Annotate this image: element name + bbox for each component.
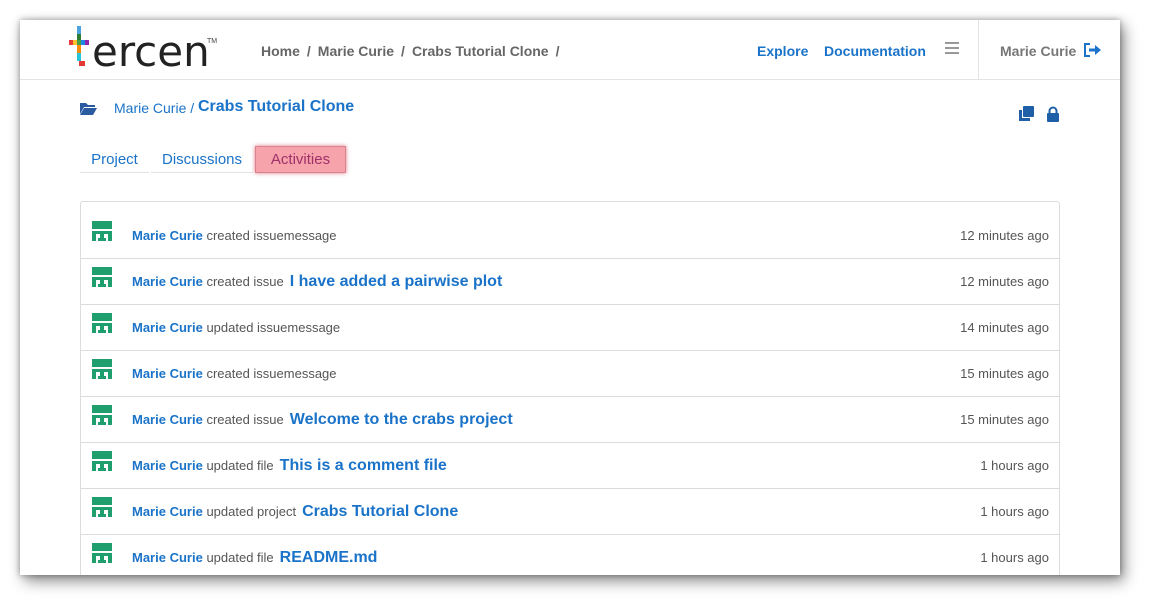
activity-timestamp: 14 minutes ago (960, 320, 1049, 335)
user-avatar-icon (92, 497, 112, 517)
breadcrumb-separator: / (306, 43, 311, 59)
activity-object-link[interactable]: Crabs Tutorial Clone (302, 503, 458, 520)
activity-action: updated file (206, 458, 274, 473)
user-avatar-icon (92, 543, 112, 563)
project-owner-link[interactable]: Marie Curie / (114, 100, 194, 116)
tab-project[interactable]: Project (80, 145, 149, 173)
tercen-logo[interactable]: ercen TM (69, 26, 219, 74)
activity-timestamp: 1 hours ago (980, 550, 1049, 565)
user-avatar-icon (92, 221, 112, 241)
breadcrumb-home[interactable]: Home (261, 43, 300, 59)
project-name[interactable]: Crabs Tutorial Clone (198, 98, 354, 116)
activity-text: Marie Curie updated file README.md (132, 535, 377, 575)
activity-action: created issuemessage (206, 366, 337, 381)
breadcrumb-project[interactable]: Crabs Tutorial Clone (412, 43, 549, 59)
documentation-link[interactable]: Documentation (824, 43, 926, 59)
activity-timestamp: 12 minutes ago (960, 228, 1049, 243)
activity-timestamp: 12 minutes ago (960, 274, 1049, 289)
activity-row: Marie Curie updated file README.md 1 hours… (81, 535, 1059, 575)
activity-action: created issue (206, 412, 284, 427)
activity-action: created issue (206, 274, 284, 289)
header-divider (978, 20, 979, 79)
top-navbar: ercen TM Home / Marie Curie / Crabs Tutorial… (20, 20, 1120, 80)
activity-row: Marie Curie created issue I have added a … (81, 259, 1059, 305)
breadcrumb-user[interactable]: Marie Curie (318, 43, 394, 59)
activity-object-link[interactable]: Welcome to the crabs project (290, 411, 513, 428)
activity-timestamp: 1 hours ago (980, 504, 1049, 519)
user-name[interactable]: Marie Curie (1000, 43, 1076, 59)
lock-icon[interactable] (1046, 106, 1060, 122)
activity-text: Marie Curie created issuemessage (132, 213, 343, 258)
user-avatar-icon (92, 405, 112, 425)
activity-text: Marie Curie updated file This is a commen… (132, 443, 447, 488)
activity-user-link[interactable]: Marie Curie (132, 366, 203, 381)
logo-trademark: TM (207, 38, 218, 45)
user-avatar-icon (92, 359, 112, 379)
activity-timestamp: 15 minutes ago (960, 366, 1049, 381)
tab-discussions[interactable]: Discussions (151, 145, 253, 173)
activity-user-link[interactable]: Marie Curie (132, 550, 203, 565)
app-window: ercen TM Home / Marie Curie / Crabs Tutorial… (20, 20, 1120, 575)
activity-row: Marie Curie updated file This is a commen… (81, 443, 1059, 489)
logout-icon[interactable] (1084, 43, 1102, 57)
activity-text: Marie Curie updated project Crabs Tutoria… (132, 489, 458, 534)
activity-user-link[interactable]: Marie Curie (132, 320, 203, 335)
user-avatar-icon (92, 313, 112, 333)
activity-user-link[interactable]: Marie Curie (132, 458, 203, 473)
activity-text: Marie Curie created issue Welcome to the … (132, 397, 513, 442)
activity-text: Marie Curie created issue I have added a … (132, 259, 502, 304)
tab-activities[interactable]: Activities (255, 146, 346, 173)
activity-user-link[interactable]: Marie Curie (132, 228, 203, 243)
logo-mark (69, 26, 89, 70)
user-avatar-icon (92, 267, 112, 287)
activity-object-link[interactable]: README.md (280, 549, 378, 566)
explore-link[interactable]: Explore (757, 43, 808, 59)
breadcrumb-separator: / (401, 43, 405, 59)
activity-timestamp: 1 hours ago (980, 458, 1049, 473)
clone-icon[interactable] (1019, 106, 1034, 121)
activity-row: Marie Curie updated issuemessage 14 minut… (81, 305, 1059, 351)
activity-user-link[interactable]: Marie Curie (132, 504, 203, 519)
logo-text: ercen (92, 27, 210, 76)
activity-user-link[interactable]: Marie Curie (132, 412, 203, 427)
project-tabs: Project Discussions Activities (80, 145, 355, 173)
activity-timestamp: 15 minutes ago (960, 412, 1049, 427)
activity-object-link[interactable]: I have added a pairwise plot (290, 273, 503, 290)
activity-row: Marie Curie created issuemessage 15 minut… (81, 351, 1059, 397)
user-avatar-icon (92, 451, 112, 471)
breadcrumb-separator: / (555, 43, 560, 59)
activity-action: created issuemessage (206, 228, 337, 243)
activity-action: updated project (206, 504, 297, 519)
activity-user-link[interactable]: Marie Curie (132, 274, 203, 289)
activity-object-link[interactable]: This is a comment file (280, 457, 447, 474)
activity-action: updated file (206, 550, 274, 565)
activity-text: Marie Curie updated issuemessage (132, 305, 346, 350)
activity-list: Marie Curie created issuemessage 12 minut… (80, 201, 1060, 575)
activity-text: Marie Curie created issuemessage (132, 351, 343, 396)
activity-row: Marie Curie created issuemessage 12 minut… (81, 213, 1059, 259)
activity-row: Marie Curie updated project Crabs Tutoria… (81, 489, 1059, 535)
activity-action: updated issuemessage (206, 320, 341, 335)
hamburger-menu-icon[interactable] (945, 42, 959, 56)
folder-open-icon (80, 103, 97, 115)
breadcrumb: Home / Marie Curie / Crabs Tutorial Clone / (261, 43, 566, 59)
activity-row: Marie Curie created issue Welcome to the … (81, 397, 1059, 443)
